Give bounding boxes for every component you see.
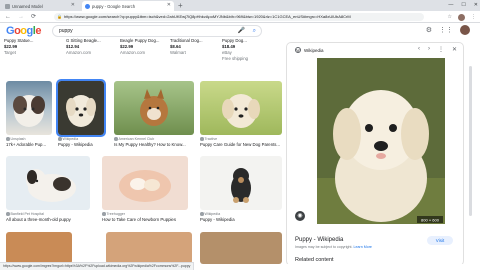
- browser-actions: ☆ ⋮: [448, 13, 476, 21]
- result-caption[interactable]: 17k+ Adorable Pup...: [6, 142, 52, 147]
- next-image-icon[interactable]: ›: [428, 46, 430, 53]
- header-actions: ⚙ ⋮⋮: [426, 25, 470, 35]
- image-preview-panel: W Wikipedia ‹ › ⋮ ✕ 800 × 600 ◉ Puppy - …: [286, 42, 464, 264]
- shopping-item[interactable]: G Sitting Beagle... $12.94 Amazon.com: [66, 38, 118, 56]
- more-options-icon[interactable]: ⋮: [438, 46, 444, 53]
- search-results-page: Google puppy 🎤 ⌕ ⚙ ⋮⋮ Puppy Statue... $22…: [0, 24, 480, 264]
- result-image-row3-2[interactable]: [106, 232, 192, 264]
- panel-controls: ‹ › ⋮ ✕: [418, 46, 457, 53]
- panel-title[interactable]: Puppy - Wikipedia: [295, 237, 343, 243]
- tab-label: Unnamed Model: [12, 3, 43, 9]
- result-image-shiba[interactable]: [114, 81, 194, 135]
- result-source: Wikipedia: [200, 212, 282, 216]
- copyright-note: Images may be subject to copyright. Lear…: [295, 245, 372, 249]
- status-bar-url: https://www.google.com/imgres?imgurl=htt…: [0, 262, 195, 270]
- result-source: Wikipedia: [58, 137, 104, 141]
- result-image-three-month-puppy[interactable]: [6, 156, 90, 210]
- result-source: Tractive: [200, 137, 282, 141]
- result-image-row3-1[interactable]: [6, 232, 72, 264]
- close-tab-icon[interactable]: ✕: [167, 2, 171, 8]
- result-caption[interactable]: Puppy - Wikipedia: [200, 217, 282, 222]
- url-text: https://www.google.com/search?q=puppy&tb…: [64, 14, 351, 19]
- result-caption[interactable]: All about a three-month-old puppy: [6, 217, 90, 222]
- bookmark-star-icon[interactable]: ☆: [448, 13, 452, 21]
- reload-icon[interactable]: ⟳: [31, 13, 36, 21]
- prev-image-icon[interactable]: ‹: [418, 46, 420, 53]
- address-bar: ← → ⟳ 🔒 https://www.google.com/search?q=…: [0, 11, 480, 23]
- google-favicon-icon: [85, 3, 90, 9]
- close-panel-icon[interactable]: ✕: [452, 46, 457, 53]
- window-controls: — ☐ ✕: [448, 0, 478, 11]
- forward-icon[interactable]: →: [18, 13, 24, 21]
- result-caption[interactable]: Puppy Care Guide for New Dog Parents...: [200, 142, 282, 147]
- back-icon[interactable]: ←: [5, 13, 11, 21]
- shopping-item[interactable]: Puppy Statue... $22.99 Target: [4, 38, 56, 56]
- panel-source[interactable]: W Wikipedia: [295, 47, 324, 53]
- result-source: Treehugger: [102, 212, 188, 216]
- close-window-icon[interactable]: ✕: [474, 0, 478, 11]
- search-input[interactable]: puppy 🎤 ⌕: [52, 25, 262, 37]
- tab-google-search[interactable]: puppy - Google Search ✕: [82, 1, 174, 11]
- search-query: puppy: [59, 28, 73, 34]
- shopping-item[interactable]: Puppy Dog... $18.49 eBay Free shipping: [222, 38, 274, 62]
- preview-image[interactable]: 800 × 600: [317, 58, 445, 224]
- result-caption[interactable]: Puppy - Wikipedia: [58, 142, 104, 147]
- google-lens-icon[interactable]: ◉: [295, 211, 305, 221]
- learn-more-link[interactable]: Learn More: [354, 245, 372, 249]
- wikipedia-icon: W: [295, 47, 301, 53]
- result-source: Unsplash: [6, 137, 52, 141]
- result-caption[interactable]: How to Take Care of Newborn Puppies: [102, 217, 188, 222]
- result-image-aussie[interactable]: [6, 81, 52, 135]
- lock-icon: 🔒: [57, 14, 62, 19]
- result-image-golden[interactable]: [200, 81, 282, 135]
- settings-gear-icon[interactable]: ⚙: [426, 26, 432, 34]
- account-avatar[interactable]: [460, 25, 470, 35]
- tab-unnamed-model[interactable]: Unnamed Model ✕: [2, 1, 78, 11]
- tab-strip: Unnamed Model ✕ puppy - Google Search ✕ …: [0, 0, 480, 11]
- tab-favicon-icon: [5, 3, 10, 9]
- url-field[interactable]: 🔒 https://www.google.com/search?q=puppy&…: [54, 13, 424, 21]
- result-source: American Kennel Club: [114, 137, 194, 141]
- browser-menu-icon[interactable]: ⋮: [471, 13, 476, 21]
- result-image-wikipedia-selected[interactable]: [56, 79, 106, 137]
- new-tab-button[interactable]: +: [178, 0, 183, 11]
- close-tab-icon[interactable]: ✕: [71, 2, 75, 8]
- apps-grid-icon[interactable]: ⋮⋮: [439, 26, 453, 34]
- scrollbar[interactable]: [469, 66, 472, 216]
- profile-avatar[interactable]: [458, 13, 465, 21]
- minimize-icon[interactable]: —: [448, 0, 453, 11]
- result-image-row3-3[interactable]: [200, 232, 282, 264]
- result-source: Banfield Pet Hospital: [6, 212, 90, 216]
- mic-icon[interactable]: 🎤: [238, 26, 245, 36]
- tab-label: puppy - Google Search: [92, 3, 136, 9]
- result-image-newborn-puppies[interactable]: [102, 156, 188, 210]
- shopping-item[interactable]: Beagle Puppy Dog... $22.99 Amazon.com: [120, 38, 172, 56]
- google-logo[interactable]: Google: [6, 25, 41, 37]
- shopping-item[interactable]: Traditional Dog... $8.64 Walmart: [170, 38, 222, 56]
- visit-button[interactable]: Visit: [427, 236, 453, 245]
- result-caption[interactable]: Is My Puppy Healthy? How to Know...: [114, 142, 194, 147]
- search-icon[interactable]: ⌕: [253, 26, 256, 36]
- related-content-heading: Related content: [295, 257, 334, 263]
- image-size-label: 800 × 600: [421, 218, 440, 223]
- result-image-black-puppy[interactable]: [200, 156, 282, 210]
- maximize-icon[interactable]: ☐: [461, 0, 465, 11]
